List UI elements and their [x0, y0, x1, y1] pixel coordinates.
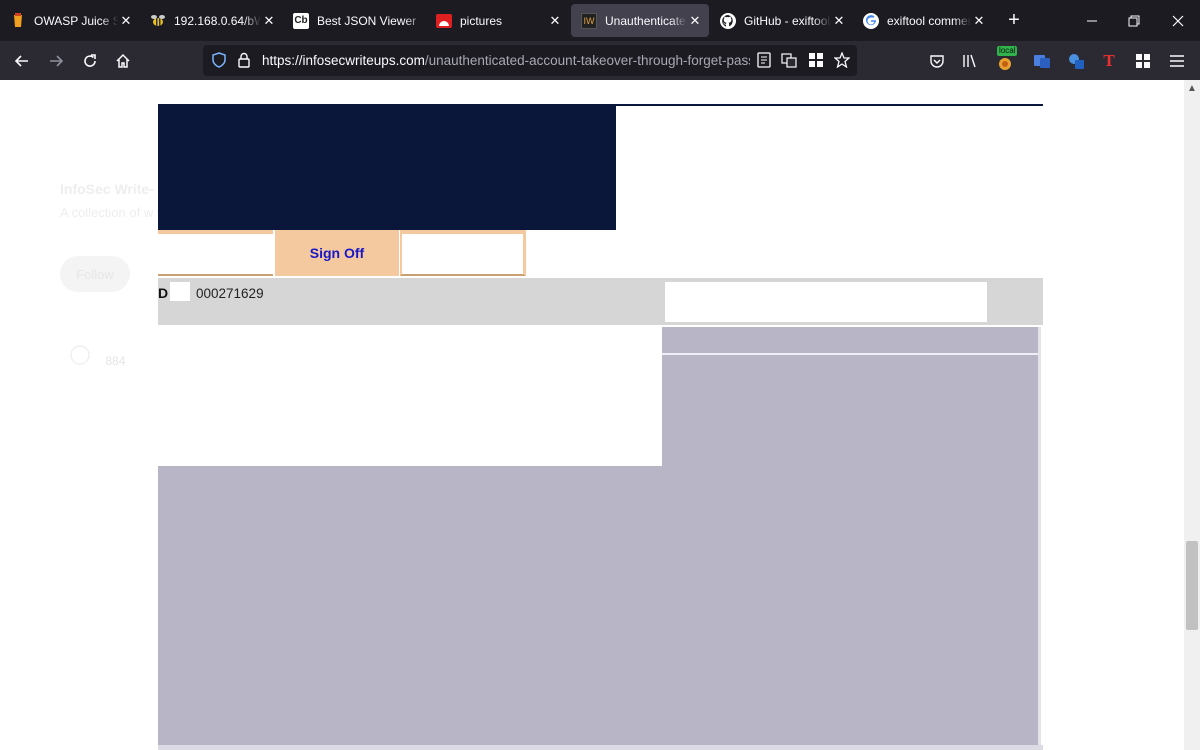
tab-title: OWASP Juice Sho	[34, 13, 118, 28]
extensions-grid-icon[interactable]	[807, 51, 825, 69]
tab-title: 192.168.0.64/bWA	[174, 13, 261, 28]
bee-icon	[150, 13, 166, 29]
url-host: https://infosecwriteups.com	[262, 53, 425, 68]
home-icon[interactable]	[110, 48, 136, 74]
translator-icon[interactable]	[1031, 50, 1053, 72]
account-search-field[interactable]	[665, 282, 987, 322]
shield-icon[interactable]	[210, 51, 228, 69]
close-icon[interactable]: ✕	[118, 13, 134, 29]
page-viewport: InfoSec Write- A collection of w the bes…	[0, 80, 1200, 750]
addons-icon[interactable]	[1132, 50, 1154, 72]
content-area	[158, 327, 1038, 745]
translate-icon[interactable]	[780, 51, 798, 69]
scrollbar-thumb[interactable]	[1186, 541, 1198, 630]
tab-juice-shop[interactable]: OWASP Juice Sho ✕	[0, 0, 140, 41]
t-extension-icon[interactable]: T	[1098, 50, 1120, 72]
tab-bwapp[interactable]: 192.168.0.64/bWA ✕	[140, 0, 283, 41]
back-icon[interactable]	[9, 48, 35, 74]
menu-icon[interactable]	[1166, 50, 1188, 72]
close-icon[interactable]: ✕	[261, 13, 277, 29]
reload-icon[interactable]	[77, 48, 103, 74]
pictures-icon	[436, 13, 452, 29]
library-icon[interactable]	[959, 50, 981, 72]
tab-title: pictures	[460, 13, 503, 28]
content-divider	[662, 353, 1038, 355]
account-id-bar: D 000271629	[158, 278, 1043, 325]
to-google-translate-icon[interactable]	[1065, 50, 1087, 72]
close-window-icon[interactable]	[1156, 0, 1200, 41]
pocket-icon[interactable]	[926, 50, 948, 72]
google-icon	[863, 12, 879, 29]
tab-bar: OWASP Juice Sho ✕ 192.168.0.64/bWA ✕ Cb …	[0, 0, 1200, 41]
forward-icon[interactable]	[43, 48, 69, 74]
screenshot-embed: Sign Off D 000271629	[158, 104, 1043, 750]
nav-bar: https://infosecwriteups.com/unauthentica…	[0, 41, 1200, 80]
tab-title: exiftool comment	[887, 13, 971, 28]
id-label: D	[158, 285, 169, 301]
content-bottom-border	[158, 745, 1043, 750]
tab-json-viewer[interactable]: Cb Best JSON Viewer	[283, 0, 426, 41]
cb-icon: Cb	[293, 12, 309, 29]
url-path: /unauthenticated-account-takeover-throug…	[424, 53, 750, 68]
url-text[interactable]: https://infosecwriteups.com/unauthentica…	[262, 53, 750, 68]
minimize-icon[interactable]	[1070, 0, 1114, 41]
new-tab-icon[interactable]: +	[1004, 10, 1024, 30]
tab-title: GitHub - exiftool/	[744, 13, 831, 28]
content-panel	[158, 327, 662, 466]
close-icon[interactable]: ✕	[831, 13, 847, 29]
header-rule	[616, 104, 1043, 106]
scroll-up-icon[interactable]: ▲	[1184, 80, 1200, 96]
close-icon[interactable]: ✕	[971, 13, 987, 29]
vertical-scrollbar[interactable]: ▲	[1184, 80, 1200, 750]
id-redaction-box	[170, 282, 190, 301]
tab-pictures[interactable]: pictures ✕	[426, 0, 569, 41]
clap-widget[interactable]: 884	[70, 345, 125, 368]
site-header-banner	[158, 104, 616, 230]
tab-google[interactable]: exiftool comment ✕	[853, 0, 993, 41]
lock-icon[interactable]	[235, 51, 253, 69]
close-icon[interactable]: ✕	[687, 13, 703, 29]
github-icon	[720, 12, 736, 29]
bookmark-star-icon[interactable]	[833, 51, 851, 69]
content-right-border	[1038, 327, 1041, 745]
close-icon[interactable]: ✕	[547, 13, 563, 29]
account-id-value: 000271629	[196, 286, 264, 301]
tab-title: Unauthenticated	[605, 13, 687, 28]
restore-icon[interactable]	[1112, 0, 1156, 41]
menu-cell	[400, 230, 526, 276]
iw-icon: IW	[581, 12, 597, 29]
sign-off-button[interactable]: Sign Off	[275, 230, 399, 276]
tab-unauthenticated[interactable]: IW Unauthenticated ✕	[571, 4, 709, 37]
publication-title[interactable]: InfoSec Write-	[60, 181, 154, 197]
clap-icon[interactable]	[70, 345, 93, 368]
menu-row: Sign Off	[158, 230, 526, 276]
local-badge: local	[997, 46, 1018, 56]
tab-title: Best JSON Viewer	[317, 13, 417, 28]
local-extension-icon[interactable]: local	[993, 46, 1018, 72]
juice-shop-icon	[10, 12, 26, 29]
menu-cell	[158, 230, 273, 276]
url-bar[interactable]: https://infosecwriteups.com/unauthentica…	[203, 45, 857, 76]
tab-github[interactable]: GitHub - exiftool/ ✕	[710, 0, 853, 41]
follow-button[interactable]: Follow	[60, 256, 130, 292]
reader-view-icon[interactable]	[755, 51, 773, 69]
clap-count: 884	[105, 354, 126, 368]
